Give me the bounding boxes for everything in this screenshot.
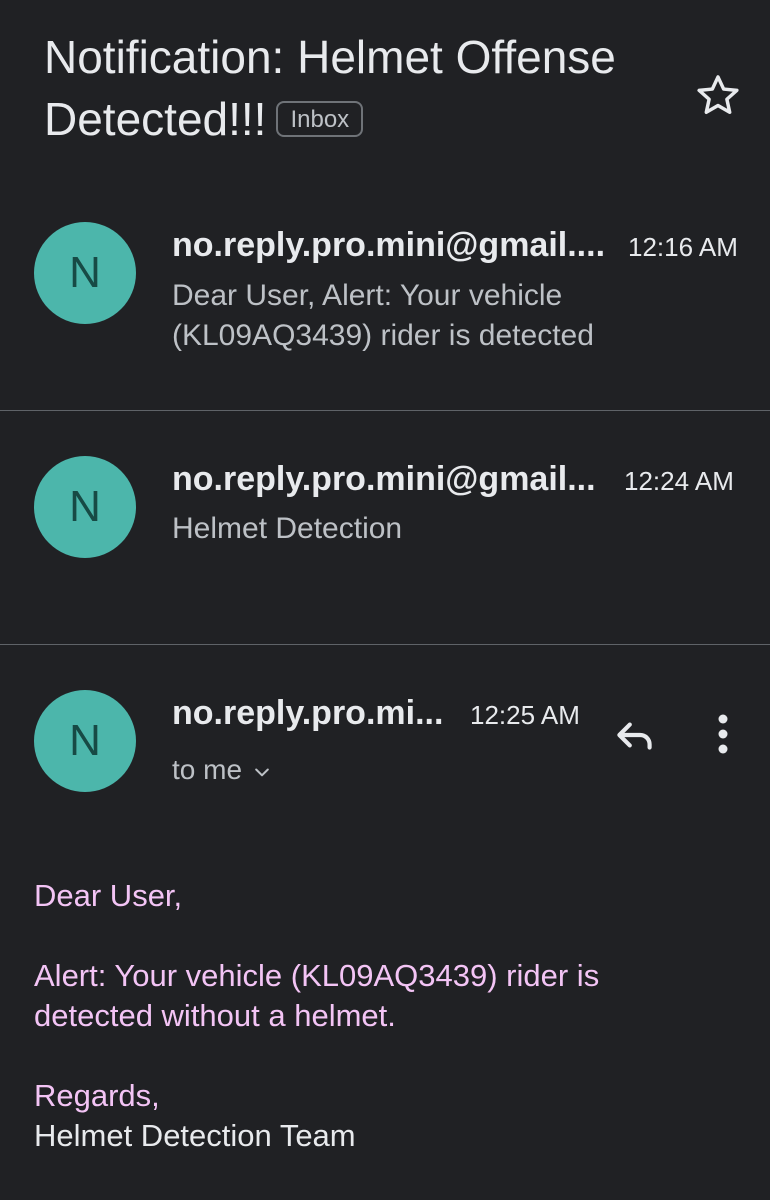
message-snippet: Dear User, Alert: Your vehicle (KL09AQ34… — [172, 279, 594, 352]
body-closing: Regards, — [34, 1078, 160, 1113]
recipient-label: to me — [172, 754, 243, 785]
message-snippet: Helmet Detection — [172, 512, 403, 545]
chevron-down-icon — [255, 768, 269, 776]
message-item[interactable]: N no.reply.pro.mini@gmail.... 12:16 AM D… — [0, 0, 770, 410]
message-time: 12:24 AM — [624, 466, 734, 496]
avatar: N — [34, 456, 136, 558]
message-item[interactable]: N no.reply.pro.mini@gmail... 12:24 AM He… — [0, 411, 770, 644]
more-vert-icon[interactable] — [700, 709, 746, 759]
message-time: 12:25 AM — [470, 700, 580, 730]
avatar: N — [34, 690, 136, 792]
sender-name: no.reply.pro.mini@gmail.... — [172, 226, 606, 264]
message-time: 12:16 AM — [628, 232, 738, 262]
email-body: Dear User, Alert: Your vehicle (KL09AQ34… — [34, 876, 734, 1156]
recipient-details-toggle[interactable]: to me — [172, 754, 272, 786]
body-greeting: Dear User, — [34, 878, 183, 913]
avatar: N — [34, 222, 136, 324]
sender-name: no.reply.pro.mi... — [172, 694, 444, 732]
body-alert-line: detected without a helmet. — [34, 998, 396, 1033]
sender-name: no.reply.pro.mini@gmail... — [172, 460, 596, 498]
reply-icon[interactable] — [610, 710, 660, 760]
body-signature: Helmet Detection Team — [34, 1118, 356, 1153]
body-alert-line: Alert: Your vehicle (KL09AQ3439) rider i… — [34, 958, 600, 993]
message-header-expanded: N no.reply.pro.mi... 12:25 AM to me — [0, 645, 770, 845]
